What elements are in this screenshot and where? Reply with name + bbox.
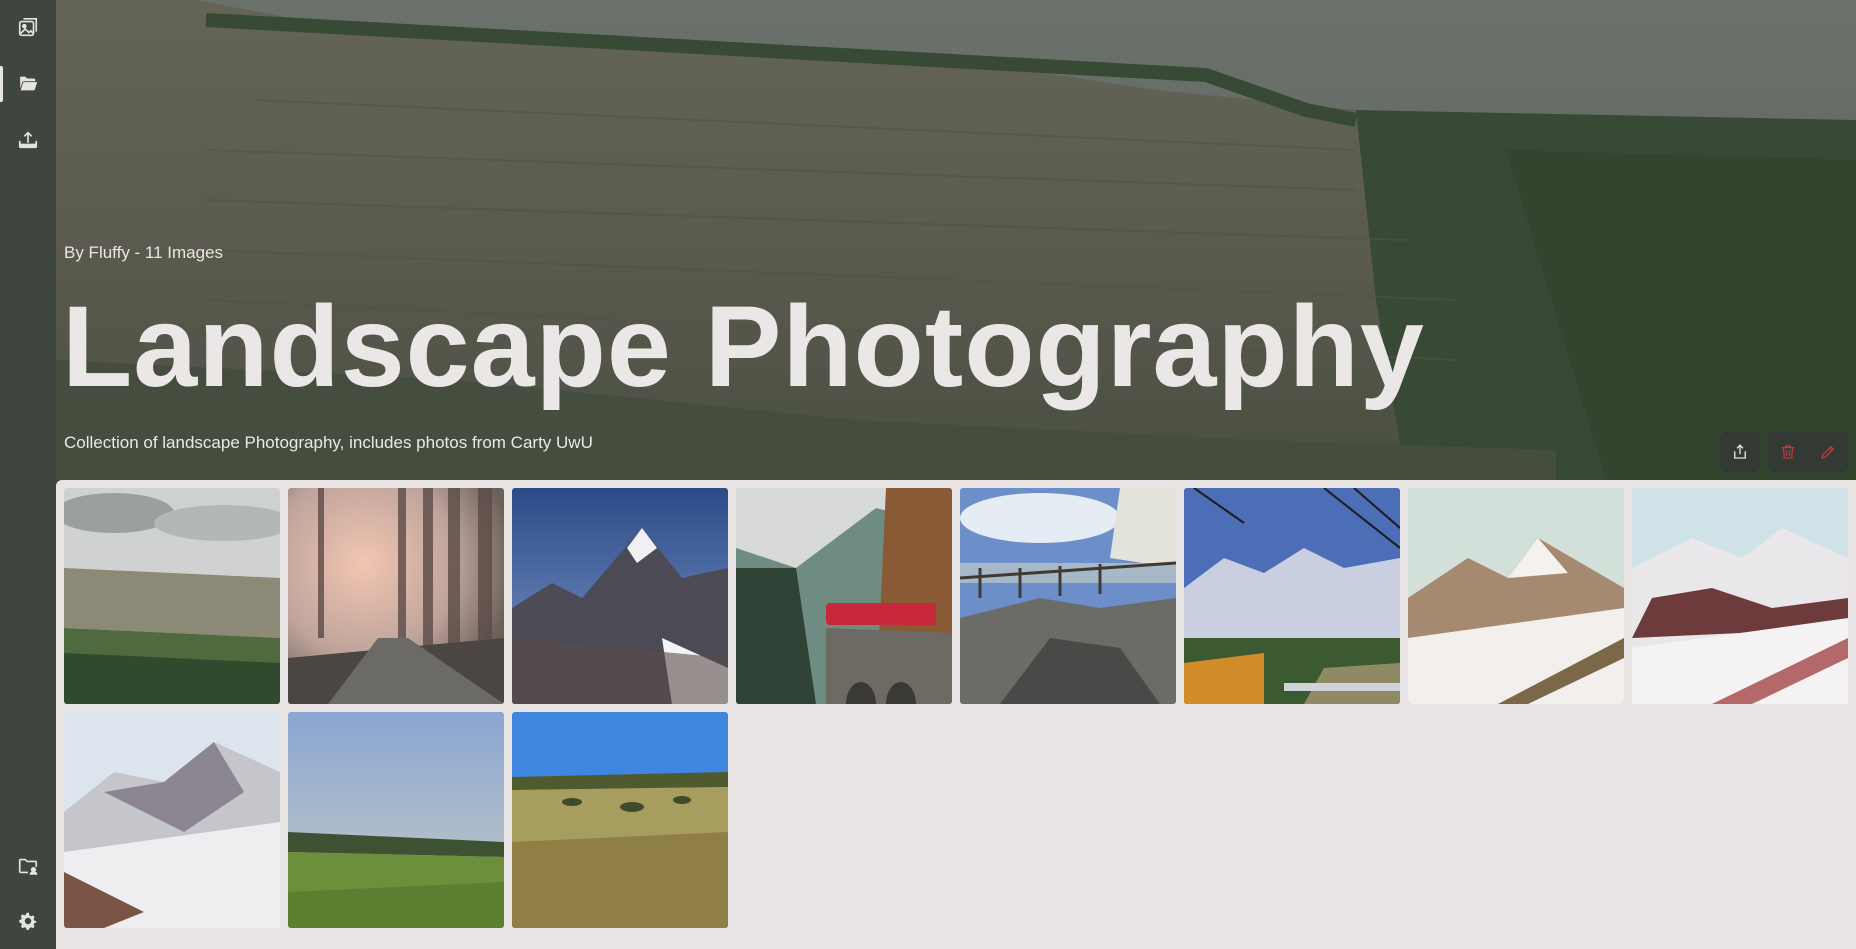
album-description: Collection of landscape Photography, inc… bbox=[64, 433, 593, 452]
image-thumbnail[interactable] bbox=[1184, 488, 1400, 704]
image-thumbnail[interactable] bbox=[1632, 488, 1848, 704]
photo-grassland bbox=[512, 712, 728, 928]
photo-rocks-fence bbox=[960, 488, 1176, 704]
photo-red-train bbox=[736, 488, 952, 704]
trash-icon bbox=[1782, 445, 1794, 459]
image-thumbnail[interactable] bbox=[736, 488, 952, 704]
delete-button[interactable] bbox=[1768, 432, 1808, 472]
folder-open-icon bbox=[19, 76, 38, 91]
pencil-icon bbox=[1821, 445, 1835, 459]
album-actions bbox=[1712, 432, 1848, 472]
album-hero: By Fluffy - 11 Images Landscape Photogra… bbox=[56, 0, 1856, 480]
sidebar bbox=[0, 0, 56, 949]
gear-icon bbox=[19, 912, 37, 930]
photo-snowy-ridge bbox=[1632, 488, 1848, 704]
edit-button[interactable] bbox=[1808, 432, 1848, 472]
album-meta: By Fluffy - 11 Images bbox=[64, 243, 224, 262]
image-thumbnail[interactable] bbox=[288, 712, 504, 928]
image-grid bbox=[64, 488, 1848, 928]
sidebar-item-albums[interactable] bbox=[0, 60, 56, 108]
folder-user-icon bbox=[18, 858, 38, 875]
image-icon bbox=[18, 18, 38, 37]
share-icon bbox=[1734, 444, 1746, 459]
photo-mountain-peak bbox=[512, 488, 728, 704]
page-title: Landscape Photography bbox=[62, 283, 1425, 411]
image-thumbnail[interactable] bbox=[288, 488, 504, 704]
upload-icon bbox=[18, 131, 38, 149]
sidebar-item-settings[interactable] bbox=[0, 897, 56, 945]
photo-cliff-forest bbox=[64, 488, 280, 704]
sidebar-item-images[interactable] bbox=[0, 4, 56, 52]
photo-alpine-cable bbox=[1184, 488, 1400, 704]
photo-misty-forest bbox=[288, 488, 504, 704]
image-thumbnail[interactable] bbox=[1408, 488, 1624, 704]
edit-delete-group bbox=[1768, 432, 1848, 472]
image-thumbnail[interactable] bbox=[512, 488, 728, 704]
image-thumbnail[interactable] bbox=[512, 712, 728, 928]
image-thumbnail[interactable] bbox=[960, 488, 1176, 704]
photo-green-meadow bbox=[288, 712, 504, 928]
image-thumbnail[interactable] bbox=[64, 712, 280, 928]
photo-snowy-mountains bbox=[64, 712, 280, 928]
image-gallery bbox=[56, 480, 1856, 949]
sidebar-item-shared[interactable] bbox=[0, 842, 56, 890]
photo-snowy-peak bbox=[1408, 488, 1624, 704]
share-button[interactable] bbox=[1720, 432, 1760, 472]
sidebar-item-upload[interactable] bbox=[0, 116, 56, 164]
image-thumbnail[interactable] bbox=[64, 488, 280, 704]
